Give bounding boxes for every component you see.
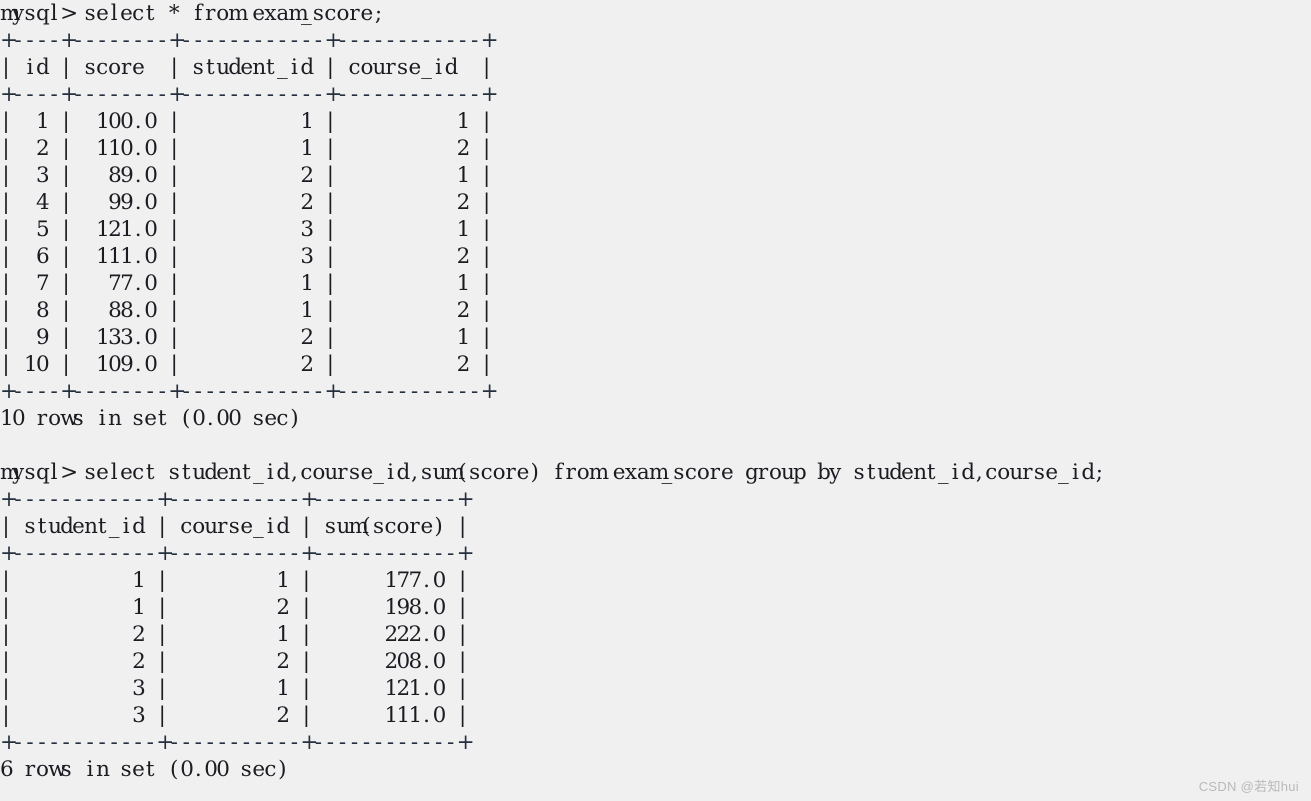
table-row: | 1 | 100. 0 | 1 | 1 | [2, 109, 491, 134]
status-2: 6 rows in set (0. 00 sec) [0, 757, 287, 782]
table-top-rule: +- - - - - - - - - - - - +- - - - - - - - - - - +- - - - - - - - - - - - + [0, 487, 475, 512]
table-row: | 3 | 1 | 121. 0 | [2, 676, 467, 701]
table-row: | 1 | 1 | 177. 0 | [2, 568, 467, 593]
result-table-2: +- - - - - - - - - - - - +- - - - - - - - - - - +- - - - - - - - - - - - + |… [0, 486, 1311, 756]
table-header-row: | id | score | s tudent _ i d | course_ i d | [2, 55, 491, 80]
table-header-rule: +- - - - +- - - - - - - - +- - - - - - - - - - - - +- - - - - - - - - - - -… [0, 82, 499, 107]
table-row: | 9 | 133. 0 | 2 | 1 | [2, 325, 491, 350]
table-bottom-rule: +- - - - +- - - - - - - - +- - - - - - - - - - - - +- - - - - - - - - - - -… [0, 379, 499, 404]
table-row: | 2 | 2 | 208. 0 | [2, 649, 467, 674]
table-row: | 5 | 121. 0 | 3 | 1 | [2, 217, 491, 242]
table-row: | 3 | 2 | 111. 0 | [2, 703, 467, 728]
table-bottom-rule: +- - - - - - - - - - - - +- - - - - - - - - - - +- - - - - - - - - - - - + [0, 730, 475, 755]
table-row: | 2 | 1 | 222. 0 | [2, 622, 467, 647]
table-row: | 7 | 77. 0 | 1 | 1 | [2, 271, 491, 296]
table-row: | 6 | 111. 0 | 3 | 2 | [2, 244, 491, 269]
query-1[interactable]: mysql > sel ect * f rom exam_score; [0, 0, 1311, 27]
table-row: | 1 | 2 | 198. 0 | [2, 595, 467, 620]
table-header-row: | s tudent _ i d | course_ i d | sum(score) | [2, 514, 467, 539]
terminal-output[interactable]: mysql > sel ect * f rom exam_score; +- - - - +- -… [0, 0, 1311, 801]
table-header-rule: +- - - - - - - - - - - - +- - - - - - - - - - - +- - - - - - - - - - - - + [0, 541, 475, 566]
table-row: | 4 | 99. 0 | 2 | 2 | [2, 190, 491, 215]
status-1: 10 rows in set (0. 00 sec) [0, 406, 299, 431]
table-row: | 2 | 110. 0 | 1 | 2 | [2, 136, 491, 161]
result-table-1: +- - - - +- - - - - - - - +- - - - - - - - - - - - +- - - - - - - - - - - -… [0, 27, 1311, 405]
table-top-rule: +- - - - +- - - - - - - - +- - - - - - - - - - - - +- - - - - - - - - - - -… [0, 28, 499, 53]
table-row: | 10 | 109. 0 | 2 | 2 | [2, 352, 491, 377]
query-2[interactable]: mysql > sel ect s tudent _ i d, course_ i d, sum(s… [0, 459, 1311, 486]
csdn-watermark: CSDN @若知hui [1198, 779, 1299, 794]
table-row: | 8 | 88. 0 | 1 | 2 | [2, 298, 491, 323]
table-row: | 3 | 89. 0 | 2 | 1 | [2, 163, 491, 188]
